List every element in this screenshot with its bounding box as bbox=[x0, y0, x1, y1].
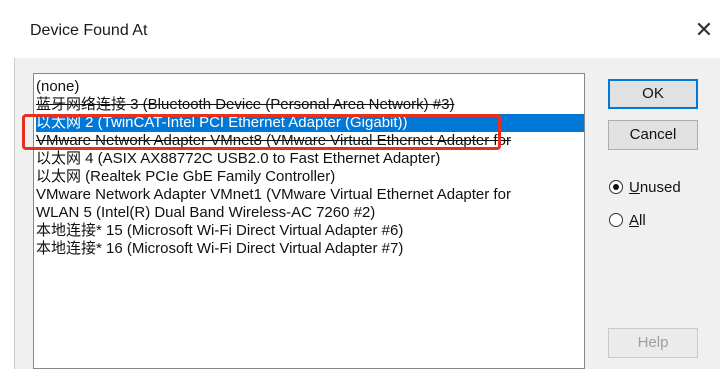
list-item[interactable]: WLAN 5 (Intel(R) Dual Band Wireless-AC 7… bbox=[36, 204, 584, 222]
list-item[interactable]: 蓝牙网络连接 3 (Bluetooth Device (Personal Are… bbox=[36, 96, 584, 114]
radio-unused[interactable]: Unused bbox=[609, 178, 681, 198]
list-item[interactable]: 本地连接* 16 (Microsoft Wi-Fi Direct Virtual… bbox=[36, 240, 584, 258]
dialog-title: Device Found At bbox=[30, 22, 148, 39]
title-bar: Device Found At ✕ bbox=[0, 0, 720, 58]
radio-checked-icon bbox=[609, 180, 623, 195]
radio-all-label: ll bbox=[639, 212, 646, 229]
radio-unused-label: nused bbox=[639, 179, 681, 196]
radio-all-mnemonic: A bbox=[629, 212, 640, 229]
radio-all[interactable]: All bbox=[609, 211, 646, 231]
list-item[interactable]: VMware Network Adapter VMnet1 (VMware Vi… bbox=[36, 186, 584, 204]
ok-button[interactable]: OK bbox=[608, 79, 698, 109]
list-item[interactable]: 本地连接* 15 (Microsoft Wi-Fi Direct Virtual… bbox=[36, 222, 584, 240]
list-item[interactable]: (none) bbox=[36, 78, 584, 96]
dialog-client-area: (none) 蓝牙网络连接 3 (Bluetooth Device (Perso… bbox=[14, 58, 720, 369]
radio-unused-mnemonic: U bbox=[629, 179, 640, 196]
cancel-button[interactable]: Cancel bbox=[608, 120, 698, 150]
list-item[interactable]: VMware Network Adapter VMnet8 (VMware Vi… bbox=[36, 132, 584, 150]
close-icon[interactable]: ✕ bbox=[692, 16, 716, 44]
help-button[interactable]: Help bbox=[608, 328, 698, 358]
device-listbox[interactable]: (none) 蓝牙网络连接 3 (Bluetooth Device (Perso… bbox=[33, 73, 585, 369]
radio-unchecked-icon bbox=[609, 213, 623, 228]
list-item-selected[interactable]: 以太网 2 (TwinCAT-Intel PCI Ethernet Adapte… bbox=[36, 114, 584, 132]
list-item[interactable]: 以太网 (Realtek PCIe GbE Family Controller) bbox=[36, 168, 584, 186]
list-item[interactable]: 以太网 4 (ASIX AX88772C USB2.0 to Fast Ethe… bbox=[36, 150, 584, 168]
